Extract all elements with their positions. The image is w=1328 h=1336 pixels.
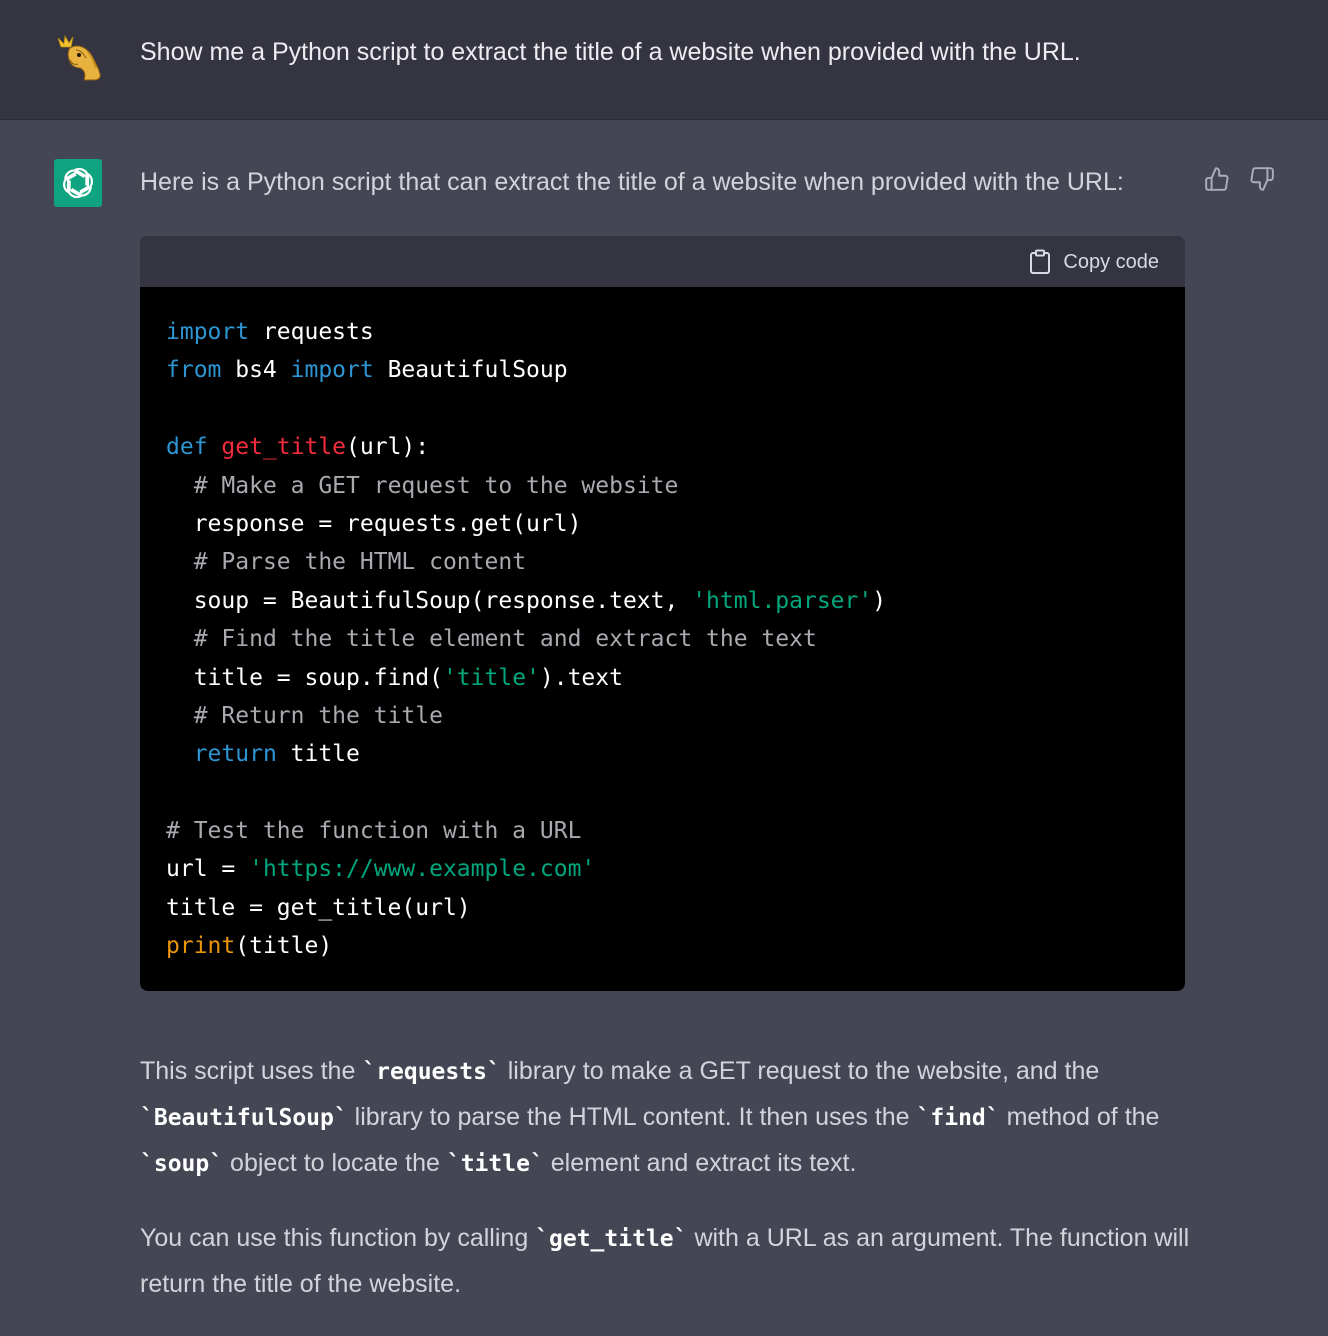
code-token: requests: [249, 319, 374, 345]
code-token: # Test the function with a URL: [166, 818, 582, 845]
inline-code: `soup`: [140, 1151, 224, 1177]
code-line: print(title): [166, 927, 1185, 965]
code-token: def: [166, 434, 208, 461]
code-token: bs4: [221, 357, 291, 384]
code-line: def get_title(url):: [166, 428, 1185, 466]
paragraph-text: method of the: [999, 1103, 1160, 1131]
openai-logo-icon: [54, 159, 102, 207]
thumbs-up-icon: [1205, 167, 1229, 191]
code-token: title = soup.find(: [166, 664, 443, 691]
thumbs-down-button[interactable]: [1247, 164, 1277, 194]
code-token: # Return the title: [193, 702, 443, 729]
code-line: # Test the function with a URL: [166, 812, 1185, 850]
code-line: soup = BeautifulSoup(response.text, 'htm…: [166, 582, 1185, 620]
code-token: 'html.parser': [692, 587, 873, 614]
explanation-paragraph-1: This script uses the `requests` library …: [140, 1049, 1200, 1187]
inline-code: `requests`: [362, 1059, 501, 1085]
code-token: ).text: [539, 664, 623, 691]
code-token: 'title': [442, 664, 540, 691]
code-token: BeautifulSoup: [373, 357, 568, 384]
code-line: # Return the title: [166, 697, 1185, 735]
code-line: response = requests.get(url): [166, 505, 1185, 543]
code-token: ): [872, 587, 887, 614]
paragraph-text: object to locate the: [223, 1149, 447, 1177]
paragraph-text: element and extract its text.: [543, 1149, 857, 1177]
code-line: from bs4 import BeautifulSoup: [166, 351, 1185, 389]
paragraph-text: library to parse the HTML content. It th…: [347, 1103, 917, 1131]
user-message-text: Show me a Python script to extract the t…: [140, 38, 1081, 66]
code-token: (title): [235, 933, 333, 960]
paragraph-text: This script uses the: [140, 1057, 363, 1085]
paragraph-text: library to make a GET request to the web…: [500, 1057, 1100, 1085]
code-token: 'https://www.example.com': [249, 856, 596, 883]
code-line: return title: [166, 735, 1185, 773]
code-token: # Make a GET request to the website: [193, 472, 679, 499]
inline-code: `find`: [916, 1105, 1000, 1131]
code-line: import requests: [166, 313, 1185, 351]
clipboard-icon: [1030, 249, 1051, 274]
code-token: # Find the title element and extract the…: [193, 626, 817, 653]
paragraph-text: You can use this function by calling: [140, 1224, 536, 1252]
user-message-row: Show me a Python script to extract the t…: [0, 0, 1328, 120]
code-line: title = get_title(url): [166, 889, 1185, 927]
code-token: import: [290, 357, 374, 384]
copy-code-button[interactable]: Copy code: [1029, 247, 1159, 277]
code-line: # Parse the HTML content: [166, 543, 1185, 581]
code-block: Copy code import requests from bs4 import…: [140, 236, 1185, 991]
code-token: (url):: [346, 434, 430, 461]
code-line: # Make a GET request to the website: [166, 467, 1185, 505]
explanation-paragraph-2: You can use this function by calling `ge…: [140, 1216, 1200, 1307]
code-line: url = 'https://www.example.com': [166, 850, 1185, 888]
code-token: url =: [166, 856, 250, 883]
code-token: from: [166, 357, 222, 384]
code-token: print: [166, 933, 236, 960]
user-avatar-icon: [54, 32, 106, 84]
code-token: import: [166, 319, 250, 345]
assistant-intro-text: Here is a Python script that can extract…: [140, 168, 1124, 196]
code-token: response = requests.get(url): [166, 510, 582, 537]
code-line: # Find the title element and extract the…: [166, 620, 1185, 658]
code-token: soup = BeautifulSoup(response.text,: [166, 587, 693, 614]
code-content: import requests from bs4 import Beautiful…: [140, 287, 1185, 966]
inline-code: `get_title`: [535, 1226, 688, 1252]
code-block-header: Copy code: [140, 236, 1185, 287]
code-token: # Parse the HTML content: [193, 549, 527, 576]
thumbs-down-icon: [1250, 167, 1274, 191]
code-line: title = soup.find('title').text: [166, 659, 1185, 697]
copy-code-label: Copy code: [1063, 250, 1159, 273]
inline-code: `BeautifulSoup`: [140, 1105, 348, 1131]
code-token: title = get_title(url): [166, 894, 471, 921]
code-token: title: [276, 741, 360, 768]
inline-code: `title`: [446, 1151, 544, 1177]
code-token: return: [193, 741, 277, 768]
code-token: get_title: [221, 434, 347, 461]
thumbs-up-button[interactable]: [1202, 164, 1232, 194]
